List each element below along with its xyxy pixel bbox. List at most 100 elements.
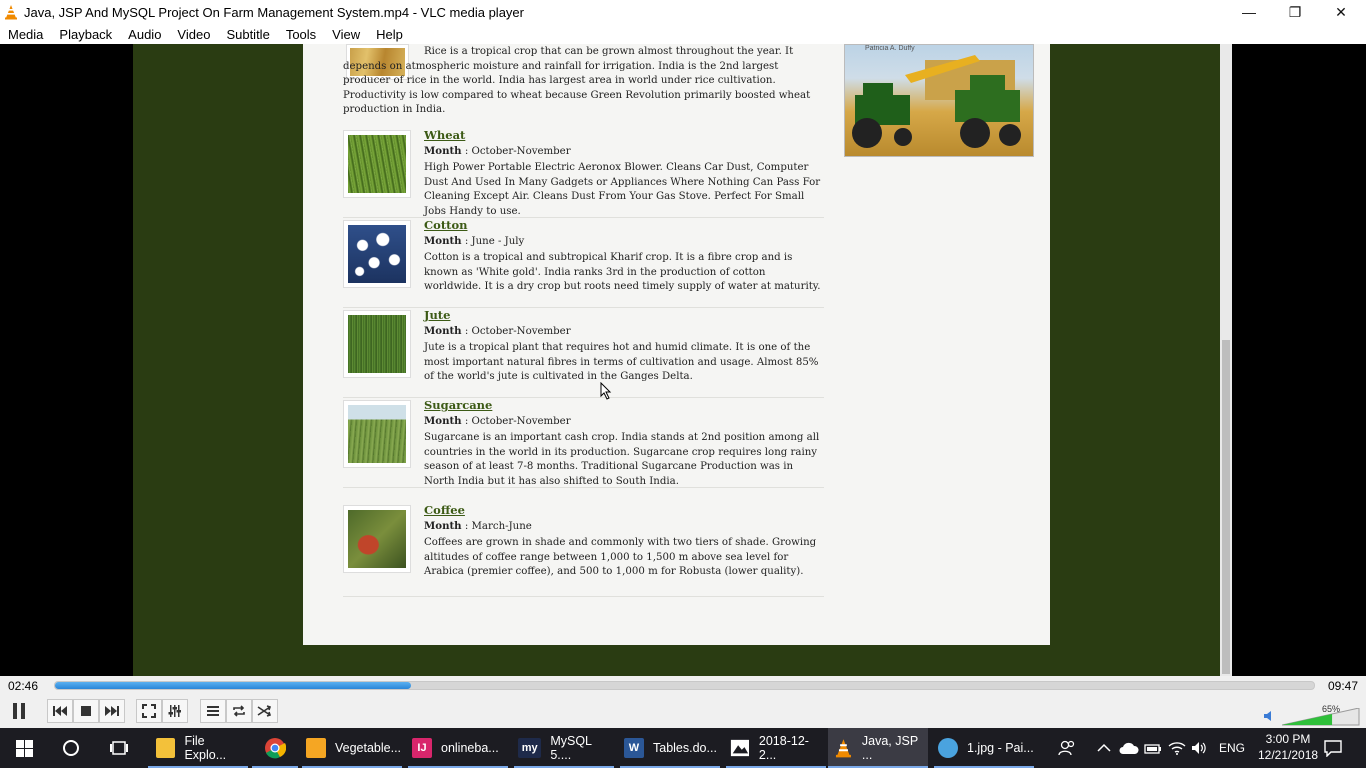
taskbar-item-file-explorer[interactable]: File Explo... xyxy=(148,728,248,768)
menu-media[interactable]: Media xyxy=(0,27,51,42)
maximize-button[interactable]: ❐ xyxy=(1272,0,1318,24)
vlc-cone-icon xyxy=(5,5,17,20)
player-controls: 02:46 09:47 65% xyxy=(0,676,1366,728)
jute-thumbnail xyxy=(343,310,411,378)
crop-month: Month : October-November xyxy=(424,415,571,427)
action-center-button[interactable] xyxy=(1323,728,1343,768)
crop-name-link[interactable]: Wheat xyxy=(424,128,465,142)
volume-slider[interactable] xyxy=(1282,708,1360,726)
extended-settings-button[interactable] xyxy=(162,699,188,723)
paint-icon xyxy=(938,738,958,758)
chrome-icon xyxy=(265,738,286,759)
crop-description: Coffees are grown in shade and commonly … xyxy=(424,537,817,578)
crop-item-coffee: Coffee Month : March-June Coffees are gr… xyxy=(343,503,824,597)
video-surface[interactable]: Rice is a tropical crop that can be grow… xyxy=(0,44,1366,676)
people-icon xyxy=(1058,740,1075,756)
taskbar-item-paint[interactable]: 1.jpg - Pai... xyxy=(934,728,1034,768)
cortana-icon xyxy=(63,740,79,756)
elapsed-time: 02:46 xyxy=(8,679,39,693)
stop-button[interactable] xyxy=(73,699,99,723)
mysql-icon: my xyxy=(518,738,542,758)
taskbar-item-photos[interactable]: 2018-12-2... xyxy=(726,728,826,768)
app-icon xyxy=(306,738,326,758)
photos-icon xyxy=(730,739,750,757)
crop-description: High Power Portable Electric Aeronox Blo… xyxy=(424,162,821,217)
webpage-content: Rice is a tropical crop that can be grow… xyxy=(303,44,1050,645)
window-title: Java, JSP And MySQL Project On Farm Mana… xyxy=(24,4,524,20)
volume-icon xyxy=(1192,742,1206,754)
show-hidden-icons-button[interactable] xyxy=(1097,728,1111,768)
system-clock[interactable]: 3:00 PM 12/21/2018 xyxy=(1258,731,1318,763)
crop-item-wheat: Wheat Month : October-November High Powe… xyxy=(343,128,824,218)
menu-tools[interactable]: Tools xyxy=(278,27,324,42)
seek-progress xyxy=(55,682,412,689)
start-button[interactable] xyxy=(0,728,48,768)
previous-button[interactable] xyxy=(47,699,73,723)
taskbar-item-intellij[interactable]: IJ onlineba... xyxy=(408,728,508,768)
menu-view[interactable]: View xyxy=(324,27,368,42)
sugarcane-thumbnail xyxy=(343,400,411,468)
taskbar-item-chrome[interactable] xyxy=(252,728,298,768)
book-cover-image: Patricia A. Duffy xyxy=(844,44,1034,157)
playlist-button[interactable] xyxy=(200,699,226,723)
taskbar-label: MySQL 5.... xyxy=(550,734,592,762)
webpage-scroll-thumb xyxy=(1222,340,1230,674)
crop-name-link[interactable]: Cotton xyxy=(424,218,467,232)
wifi-button[interactable] xyxy=(1168,728,1186,768)
taskbar-item-mysql[interactable]: my MySQL 5.... xyxy=(514,728,614,768)
crop-item-sugarcane: Sugarcane Month : October-November Sugar… xyxy=(343,398,824,488)
seek-bar[interactable] xyxy=(54,681,1315,690)
menu-bar: Media Playback Audio Video Subtitle Tool… xyxy=(0,24,1366,44)
menu-subtitle[interactable]: Subtitle xyxy=(218,27,277,42)
wifi-icon xyxy=(1168,742,1186,755)
next-button[interactable] xyxy=(99,699,125,723)
input-language[interactable]: ENG xyxy=(1219,728,1245,768)
fullscreen-button[interactable] xyxy=(136,699,162,723)
menu-help[interactable]: Help xyxy=(368,27,411,42)
minimize-button[interactable]: — xyxy=(1226,0,1272,24)
people-button[interactable] xyxy=(1058,728,1076,768)
onedrive-button[interactable] xyxy=(1119,728,1139,768)
crop-item-cotton: Cotton Month : June - July Cotton is a t… xyxy=(343,218,824,308)
taskbar-label: 2018-12-2... xyxy=(758,734,809,762)
shuffle-icon xyxy=(257,705,272,717)
mouse-cursor-icon xyxy=(600,382,612,400)
crop-description: Jute is a tropical plant that requires h… xyxy=(424,342,819,383)
taskbar-label: 1.jpg - Pai... xyxy=(967,741,1034,755)
menu-audio[interactable]: Audio xyxy=(120,27,169,42)
playlist-icon xyxy=(207,706,219,716)
crop-name-link[interactable]: Jute xyxy=(424,308,450,322)
book-author: Patricia A. Duffy xyxy=(865,45,915,52)
taskbar-item-vegetable[interactable]: Vegetable... xyxy=(302,728,402,768)
battery-button[interactable] xyxy=(1144,728,1162,768)
volume-tray-button[interactable] xyxy=(1191,728,1209,768)
crop-name-link[interactable]: Sugarcane xyxy=(424,398,492,412)
fullscreen-icon xyxy=(142,704,156,718)
menu-playback[interactable]: Playback xyxy=(51,27,120,42)
wheat-thumbnail xyxy=(343,130,411,198)
cortana-button[interactable] xyxy=(48,728,94,768)
crop-description: Sugarcane is an important cash crop. Ind… xyxy=(424,432,820,487)
crop-description: Cotton is a tropical and subtropical Kha… xyxy=(424,252,821,293)
pause-button[interactable] xyxy=(4,698,34,724)
shuffle-button[interactable] xyxy=(252,699,278,723)
taskbar-label: onlineba... xyxy=(441,741,499,755)
taskbar-item-word[interactable]: W Tables.do... xyxy=(620,728,720,768)
coffee-thumbnail xyxy=(343,505,411,573)
task-view-button[interactable] xyxy=(96,728,142,768)
speaker-icon[interactable] xyxy=(1264,711,1276,721)
taskbar-item-vlc[interactable]: Java, JSP ... xyxy=(828,728,928,768)
taskbar-label: Java, JSP ... xyxy=(861,734,918,762)
close-button[interactable]: ✕ xyxy=(1318,0,1364,24)
crop-name-link[interactable]: Coffee xyxy=(424,503,465,517)
tractor-illustration xyxy=(852,55,1021,148)
loop-button[interactable] xyxy=(226,699,252,723)
menu-video[interactable]: Video xyxy=(169,27,218,42)
stop-icon xyxy=(81,706,91,716)
skip-forward-icon xyxy=(105,706,119,716)
pause-icon xyxy=(13,703,25,719)
crop-month: Month : March-June xyxy=(424,520,532,532)
equalizer-icon xyxy=(168,705,181,717)
total-time: 09:47 xyxy=(1327,679,1358,693)
taskbar: File Explo... Vegetable... IJ onlineba..… xyxy=(0,728,1366,768)
